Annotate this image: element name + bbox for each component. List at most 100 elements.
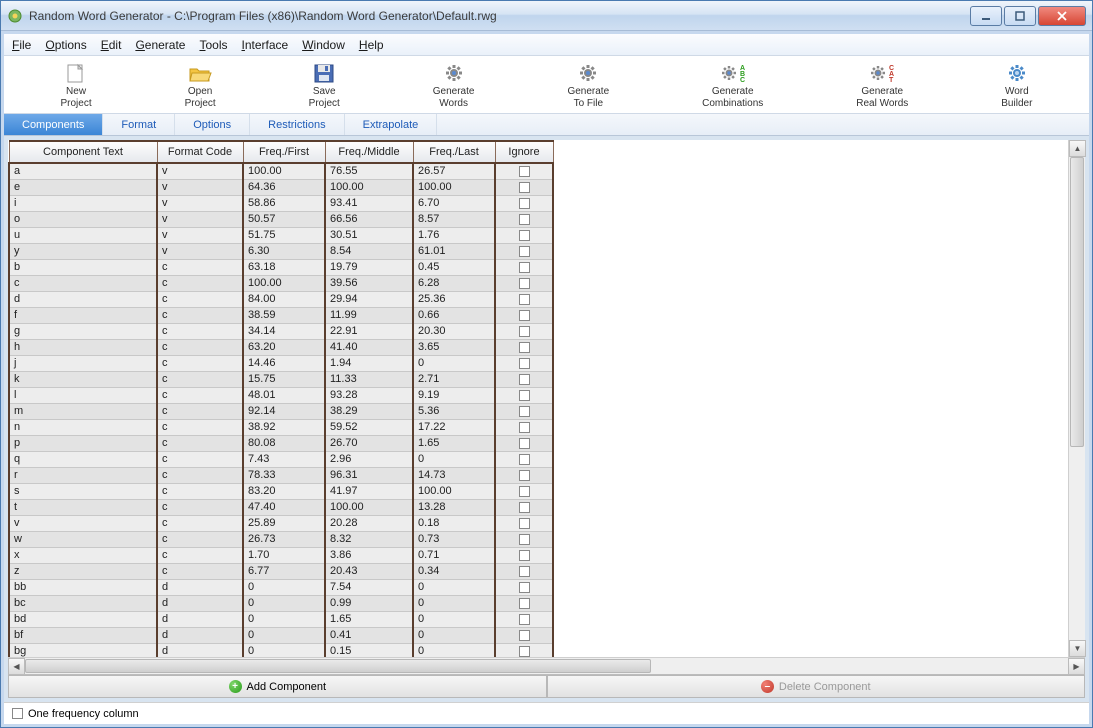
- cell[interactable]: 92.14: [243, 403, 325, 419]
- ignore-checkbox[interactable]: [519, 294, 530, 305]
- cell[interactable]: n: [9, 419, 157, 435]
- ignore-checkbox[interactable]: [519, 374, 530, 385]
- cell[interactable]: z: [9, 563, 157, 579]
- cell[interactable]: 30.51: [325, 227, 413, 243]
- cell[interactable]: 84.00: [243, 291, 325, 307]
- cell[interactable]: 2.96: [325, 451, 413, 467]
- cell[interactable]: 0.15: [325, 643, 413, 657]
- cell[interactable]: 63.20: [243, 339, 325, 355]
- cell[interactable]: 6.77: [243, 563, 325, 579]
- ignore-cell[interactable]: [495, 339, 553, 355]
- ignore-cell[interactable]: [495, 179, 553, 195]
- cell[interactable]: c: [157, 371, 243, 387]
- generate-to-file-button[interactable]: GenerateTo File: [567, 61, 609, 109]
- scroll-down-arrow[interactable]: ▼: [1069, 640, 1086, 657]
- table-row[interactable]: jc14.461.940: [9, 355, 553, 371]
- cell[interactable]: 0: [243, 595, 325, 611]
- cell[interactable]: v: [157, 195, 243, 211]
- ignore-cell[interactable]: [495, 563, 553, 579]
- cell[interactable]: t: [9, 499, 157, 515]
- column-header[interactable]: Component Text: [9, 141, 157, 163]
- cell[interactable]: 93.41: [325, 195, 413, 211]
- cell[interactable]: 96.31: [325, 467, 413, 483]
- cell[interactable]: v: [157, 211, 243, 227]
- menu-options[interactable]: Options: [45, 38, 86, 52]
- cell[interactable]: r: [9, 467, 157, 483]
- cell[interactable]: 100.00: [243, 163, 325, 179]
- table-row[interactable]: zc6.7720.430.34: [9, 563, 553, 579]
- table-row[interactable]: av100.0076.5526.57: [9, 163, 553, 179]
- cell[interactable]: c: [9, 275, 157, 291]
- ignore-checkbox[interactable]: [519, 518, 530, 529]
- generate-real-words-button[interactable]: CATGenerateReal Words: [856, 61, 908, 109]
- cell[interactable]: 0: [413, 595, 495, 611]
- cell[interactable]: 41.40: [325, 339, 413, 355]
- minimize-button[interactable]: [970, 6, 1002, 26]
- cell[interactable]: k: [9, 371, 157, 387]
- cell[interactable]: o: [9, 211, 157, 227]
- cell[interactable]: l: [9, 387, 157, 403]
- cell[interactable]: 5.36: [413, 403, 495, 419]
- components-table[interactable]: Component TextFormat CodeFreq./FirstFreq…: [8, 140, 554, 657]
- menu-edit[interactable]: Edit: [101, 38, 122, 52]
- ignore-cell[interactable]: [495, 387, 553, 403]
- ignore-cell[interactable]: [495, 547, 553, 563]
- table-row[interactable]: bdd01.650: [9, 611, 553, 627]
- cell[interactable]: 26.73: [243, 531, 325, 547]
- table-row[interactable]: nc38.9259.5217.22: [9, 419, 553, 435]
- table-row[interactable]: cc100.0039.566.28: [9, 275, 553, 291]
- cell[interactable]: 6.70: [413, 195, 495, 211]
- cell[interactable]: c: [157, 259, 243, 275]
- ignore-cell[interactable]: [495, 531, 553, 547]
- cell[interactable]: 100.00: [243, 275, 325, 291]
- cell[interactable]: c: [157, 451, 243, 467]
- ignore-checkbox[interactable]: [519, 598, 530, 609]
- cell[interactable]: i: [9, 195, 157, 211]
- cell[interactable]: 0.71: [413, 547, 495, 563]
- delete-component-button[interactable]: – Delete Component: [547, 675, 1086, 698]
- cell[interactable]: a: [9, 163, 157, 179]
- cell[interactable]: 0.73: [413, 531, 495, 547]
- menu-interface[interactable]: Interface: [242, 38, 289, 52]
- cell[interactable]: c: [157, 483, 243, 499]
- ignore-checkbox[interactable]: [519, 182, 530, 193]
- table-row[interactable]: wc26.738.320.73: [9, 531, 553, 547]
- cell[interactable]: g: [9, 323, 157, 339]
- ignore-checkbox[interactable]: [519, 502, 530, 513]
- cell[interactable]: 1.94: [325, 355, 413, 371]
- scroll-left-arrow[interactable]: ◀: [8, 658, 25, 675]
- ignore-checkbox[interactable]: [519, 454, 530, 465]
- cell[interactable]: 64.36: [243, 179, 325, 195]
- cell[interactable]: 14.46: [243, 355, 325, 371]
- ignore-cell[interactable]: [495, 227, 553, 243]
- column-header[interactable]: Format Code: [157, 141, 243, 163]
- cell[interactable]: 8.54: [325, 243, 413, 259]
- table-row[interactable]: bcd00.990: [9, 595, 553, 611]
- word-builder-button[interactable]: WordBuilder: [1001, 61, 1032, 109]
- scroll-right-arrow[interactable]: ▶: [1068, 658, 1085, 675]
- cell[interactable]: bf: [9, 627, 157, 643]
- table-row[interactable]: bc63.1819.790.45: [9, 259, 553, 275]
- cell[interactable]: c: [157, 275, 243, 291]
- cell[interactable]: v: [157, 179, 243, 195]
- cell[interactable]: c: [157, 387, 243, 403]
- cell[interactable]: 0.18: [413, 515, 495, 531]
- cell[interactable]: 34.14: [243, 323, 325, 339]
- table-row[interactable]: uv51.7530.511.76: [9, 227, 553, 243]
- cell[interactable]: 8.32: [325, 531, 413, 547]
- cell[interactable]: 11.33: [325, 371, 413, 387]
- cell[interactable]: 59.52: [325, 419, 413, 435]
- ignore-cell[interactable]: [495, 163, 553, 179]
- ignore-checkbox[interactable]: [519, 342, 530, 353]
- new-project-button[interactable]: NewProject: [60, 61, 91, 109]
- cell[interactable]: m: [9, 403, 157, 419]
- cell[interactable]: 20.30: [413, 323, 495, 339]
- cell[interactable]: c: [157, 547, 243, 563]
- generate-combinations-button[interactable]: ABCGenerateCombinations: [702, 61, 763, 109]
- cell[interactable]: 0.99: [325, 595, 413, 611]
- cell[interactable]: s: [9, 483, 157, 499]
- ignore-cell[interactable]: [495, 291, 553, 307]
- cell[interactable]: 1.65: [325, 611, 413, 627]
- tab-components[interactable]: Components: [4, 114, 103, 135]
- cell[interactable]: 14.73: [413, 467, 495, 483]
